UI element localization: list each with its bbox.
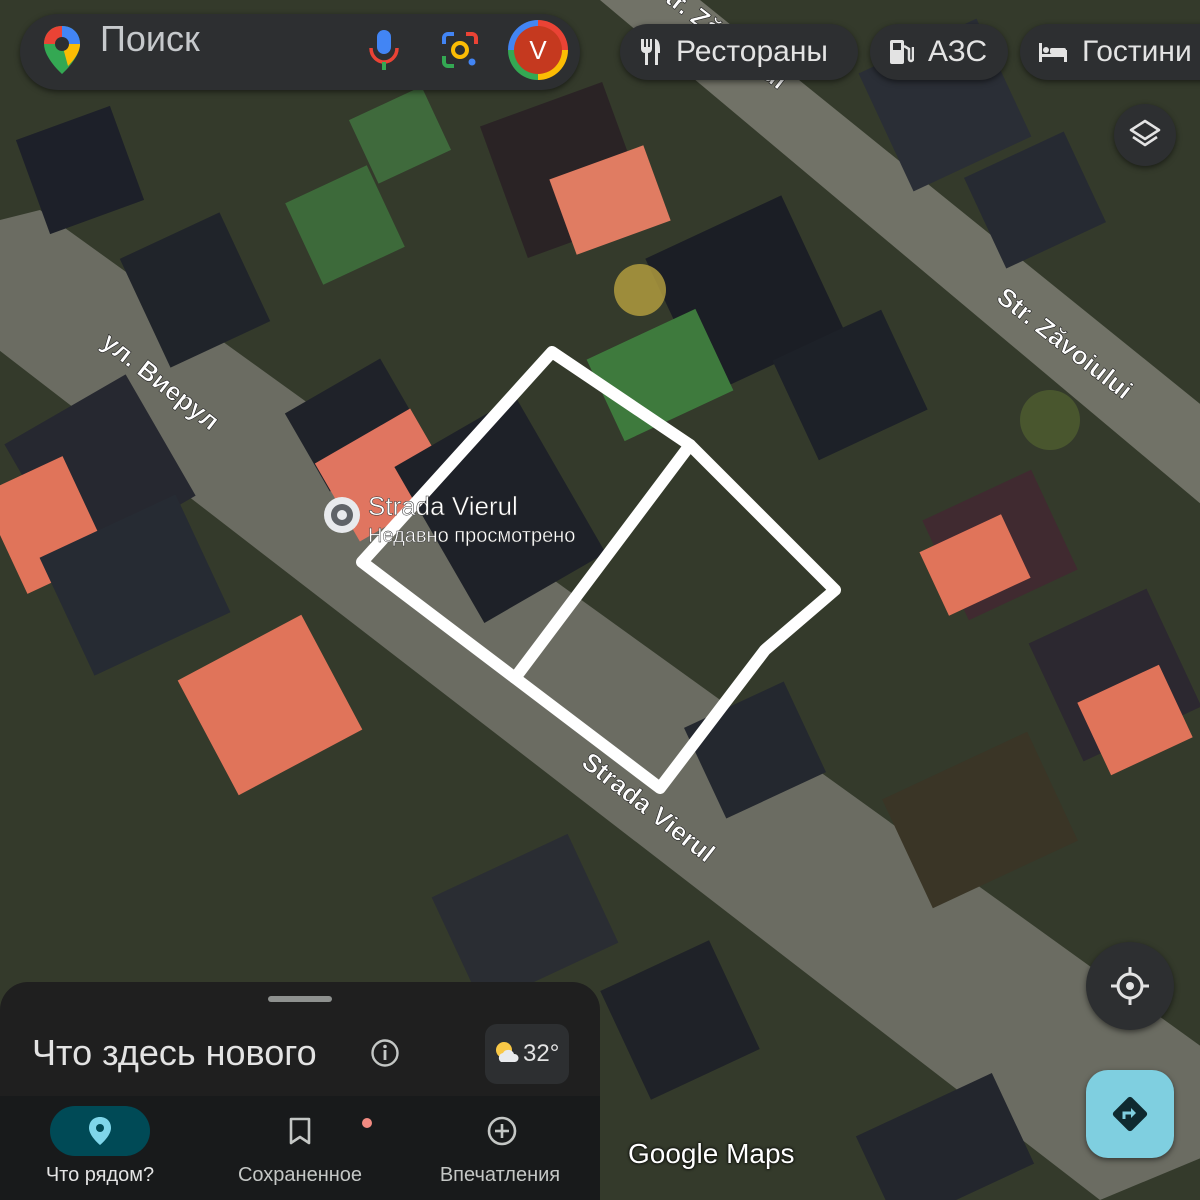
chip-hotels[interactable]: Гостини [1020,24,1200,80]
chip-restaurants[interactable]: Рестораны [620,24,858,80]
nav-indicator [250,1106,372,1156]
nav-contribute[interactable]: Впечатления [400,1096,600,1200]
layers-icon [1129,119,1161,147]
my-location-button[interactable] [1086,942,1174,1030]
google-lens-icon[interactable] [440,30,480,70]
partly-sunny-icon [496,1042,519,1062]
nav-indicator [50,1106,150,1156]
directions-button[interactable] [1086,1070,1174,1158]
notification-badge [362,1118,372,1128]
add-circle-icon [487,1116,517,1146]
nav-explore[interactable]: Что рядом? [0,1096,200,1200]
nav-label: Впечатления [439,1164,561,1186]
search-input[interactable]: Поиск [100,18,200,60]
chip-label: Гостини [1082,35,1192,68]
weather-chip[interactable]: 32° [485,1024,569,1084]
directions-icon [1112,1096,1148,1132]
crosshair-icon [1111,967,1149,1005]
nav-label: Сохраненное [237,1164,363,1186]
location-pin-icon [89,1117,111,1145]
google-maps-attribution: Google Maps [628,1138,795,1169]
nav-label: Что рядом? [45,1164,155,1186]
chip-label: Рестораны [676,35,828,68]
mic-icon[interactable] [366,28,402,72]
info-icon[interactable] [370,1038,400,1068]
chip-gas-stations[interactable]: АЗС [870,24,1008,80]
bottom-navigation: Что рядом? Сохраненное Впечатления [0,1096,600,1200]
google-maps-pin-icon [44,26,80,74]
bookmark-icon [289,1117,311,1145]
account-avatar[interactable]: V [508,20,568,80]
layers-button[interactable] [1114,104,1176,166]
nav-indicator [450,1106,550,1156]
sheet-title: Что здесь нового [32,1032,317,1073]
restaurant-icon [641,39,660,65]
nav-saved[interactable]: Сохраненное [200,1096,400,1200]
gas-station-icon [890,40,914,64]
drag-handle[interactable] [268,996,332,1002]
hotel-icon [1039,43,1067,62]
avatar-initial: V [514,26,562,74]
place-subtitle: Недавно просмотрено [368,525,575,547]
place-name: Strada Vierul [368,491,518,521]
chip-label: АЗС [928,35,988,68]
weather-temperature: 32° [523,1040,560,1067]
